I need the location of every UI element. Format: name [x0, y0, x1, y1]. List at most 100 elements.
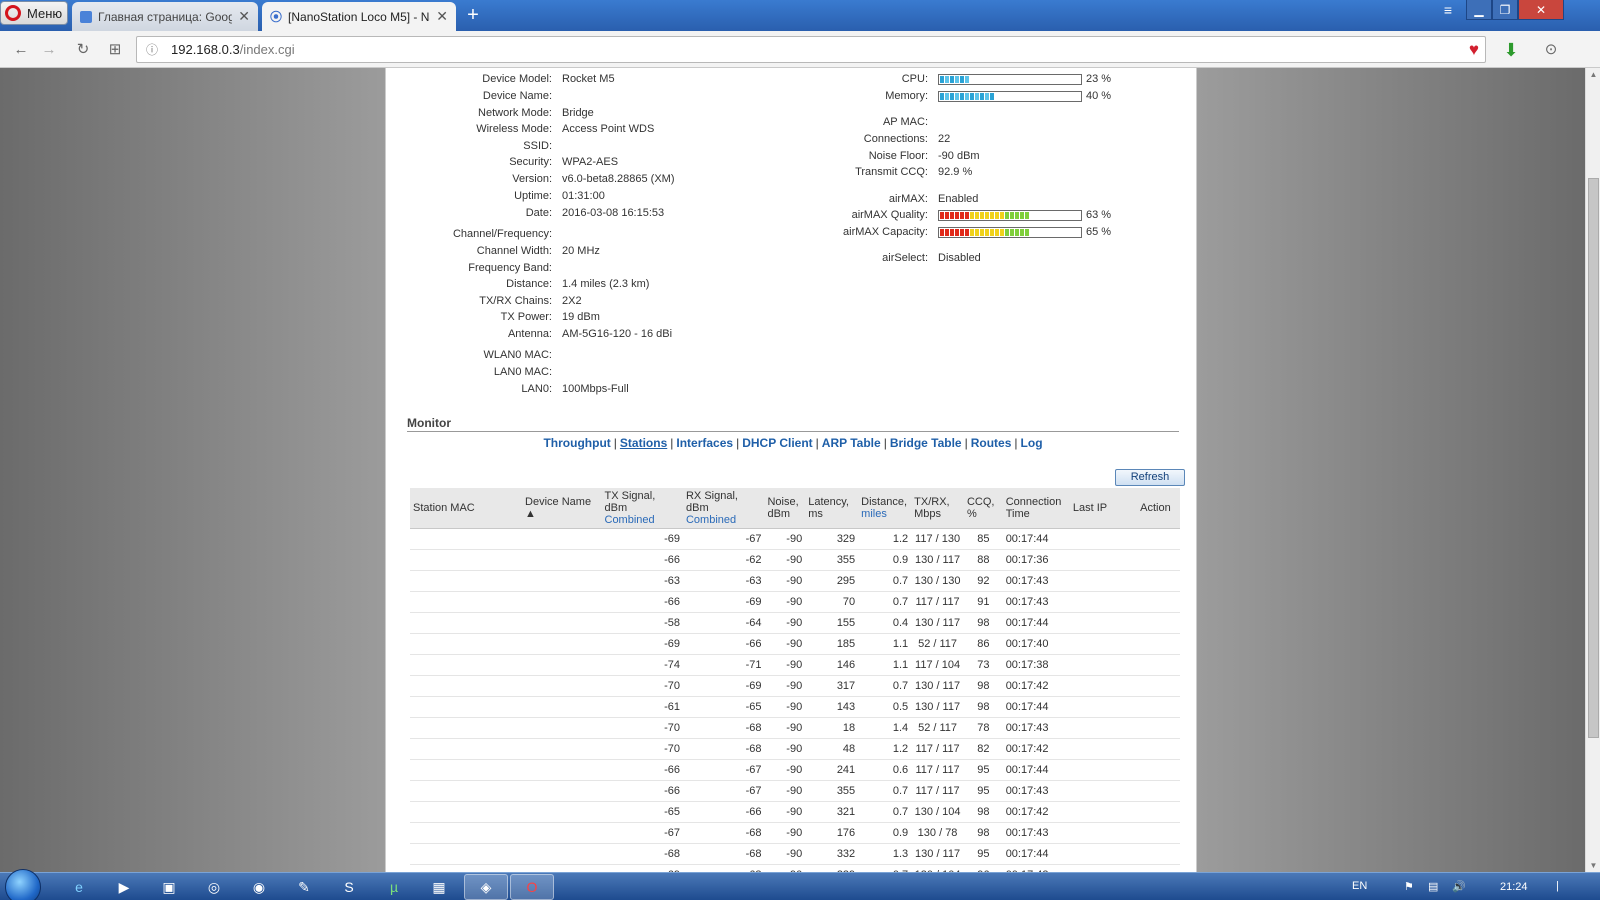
last-ip-link[interactable]	[1069, 780, 1138, 802]
tab-menu-icon[interactable]: ≡	[1438, 0, 1458, 20]
tab-close-icon[interactable]: ✕	[436, 8, 448, 25]
opera-taskbar-icon[interactable]: ◎	[203, 877, 225, 897]
opera-menu-button[interactable]: Меню	[0, 1, 68, 25]
station-mac-link[interactable]	[410, 528, 523, 550]
scroll-up-icon[interactable]: ▲	[1586, 70, 1600, 79]
tray-volume-icon[interactable]: 🔊	[1452, 880, 1466, 893]
tab-close-icon[interactable]: ✕	[238, 8, 250, 25]
kick-action-link[interactable]	[1137, 843, 1180, 865]
kick-action-link[interactable]	[1137, 633, 1180, 655]
monitor-link-dhcp-client[interactable]: DHCP Client	[742, 436, 812, 450]
kick-action-link[interactable]	[1137, 738, 1180, 760]
monitor-link-log[interactable]: Log	[1021, 436, 1043, 450]
station-mac-link[interactable]	[410, 591, 523, 613]
kick-action-link[interactable]	[1137, 591, 1180, 613]
station-mac-link[interactable]	[410, 780, 523, 802]
last-ip-link[interactable]	[1069, 549, 1138, 571]
heart-bookmark-icon[interactable]: ♥	[1469, 40, 1479, 60]
station-mac-link[interactable]	[410, 612, 523, 634]
column-header[interactable]: Station MAC	[410, 488, 523, 529]
column-header[interactable]: TX/RX, Mbps	[911, 488, 964, 529]
monitor-link-stations[interactable]: Stations	[620, 436, 667, 450]
monitor-link-bridge-table[interactable]: Bridge Table	[890, 436, 962, 450]
column-header[interactable]: Noise, dBm	[764, 488, 806, 529]
last-ip-link[interactable]	[1069, 822, 1138, 844]
column-header[interactable]: RX Signal, dBm Combined	[682, 488, 765, 529]
kick-action-link[interactable]	[1137, 780, 1180, 802]
page-scrollbar[interactable]: ▲ ▼	[1585, 68, 1600, 872]
address-bar[interactable]: ⓘ 192.168.0.3/index.cgi ♥	[136, 36, 1486, 63]
reload-icon[interactable]: ↻	[72, 39, 94, 61]
kick-action-link[interactable]	[1137, 717, 1180, 739]
save-disk-icon[interactable]: ▣	[158, 877, 180, 897]
kick-action-link[interactable]	[1137, 570, 1180, 592]
column-header[interactable]: Action	[1137, 488, 1180, 529]
station-mac-link[interactable]	[410, 759, 523, 781]
column-header[interactable]: Distance, miles	[858, 488, 912, 529]
kick-action-link[interactable]	[1137, 549, 1180, 571]
tray-network-icon[interactable]: ▤	[1428, 880, 1438, 893]
last-ip-link[interactable]	[1069, 864, 1138, 872]
torrent-icon[interactable]: µ	[383, 877, 405, 897]
column-header[interactable]: TX Signal, dBm Combined	[601, 488, 683, 529]
last-ip-link[interactable]	[1069, 591, 1138, 613]
kick-action-link[interactable]	[1137, 675, 1180, 697]
calendar-icon[interactable]: ▦	[428, 877, 450, 897]
maximize-button[interactable]: ❐	[1492, 0, 1518, 20]
monitor-link-arp-table[interactable]: ARP Table	[822, 436, 881, 450]
new-tab-button[interactable]: +	[460, 4, 486, 28]
language-indicator[interactable]: EN	[1352, 880, 1367, 892]
last-ip-link[interactable]	[1069, 633, 1138, 655]
tool-icon[interactable]: ✎	[293, 877, 315, 897]
column-header[interactable]: Device Name ▲	[522, 488, 602, 529]
kick-action-link[interactable]	[1137, 654, 1180, 676]
station-mac-link[interactable]	[410, 633, 523, 655]
column-header[interactable]: Connection Time	[1002, 488, 1070, 529]
media-player-icon[interactable]: ▶	[113, 877, 135, 897]
last-ip-link[interactable]	[1069, 612, 1138, 634]
last-ip-link[interactable]	[1069, 570, 1138, 592]
back-arrow-icon[interactable]: ←	[10, 39, 32, 61]
monitor-link-routes[interactable]: Routes	[971, 436, 1012, 450]
last-ip-link[interactable]	[1069, 528, 1138, 550]
skype-icon[interactable]: S	[338, 877, 360, 897]
station-mac-link[interactable]	[410, 675, 523, 697]
monitor-link-interfaces[interactable]: Interfaces	[676, 436, 733, 450]
scrollbar-thumb[interactable]	[1588, 178, 1599, 738]
minimize-button[interactable]: ▁	[1466, 0, 1492, 20]
column-header[interactable]: Latency, ms	[805, 488, 859, 529]
kick-action-link[interactable]	[1137, 528, 1180, 550]
kick-action-link[interactable]	[1137, 696, 1180, 718]
station-mac-link[interactable]	[410, 864, 523, 872]
last-ip-link[interactable]	[1069, 843, 1138, 865]
station-mac-link[interactable]	[410, 801, 523, 823]
station-mac-link[interactable]	[410, 738, 523, 760]
opera-browser-icon[interactable]: O	[521, 877, 543, 897]
station-mac-link[interactable]	[410, 822, 523, 844]
column-header[interactable]: Last IP	[1069, 488, 1138, 529]
station-mac-link[interactable]	[410, 549, 523, 571]
kick-action-link[interactable]	[1137, 612, 1180, 634]
last-ip-link[interactable]	[1069, 738, 1138, 760]
scroll-down-icon[interactable]: ▼	[1586, 861, 1600, 870]
tray-flag-icon[interactable]: ⚑	[1404, 880, 1414, 893]
monitor-link-throughput[interactable]: Throughput	[543, 436, 610, 450]
tab-google[interactable]: Главная страница: Google ✕	[72, 2, 258, 31]
last-ip-link[interactable]	[1069, 717, 1138, 739]
station-mac-link[interactable]	[410, 654, 523, 676]
last-ip-link[interactable]	[1069, 654, 1138, 676]
internet-explorer-icon[interactable]: e	[68, 877, 90, 897]
site-info-icon[interactable]: ⓘ	[141, 41, 163, 58]
kick-action-link[interactable]	[1137, 801, 1180, 823]
speed-dial-grid-icon[interactable]: ⊞	[104, 39, 126, 61]
download-extension-icon[interactable]: ⬇	[1500, 39, 1522, 61]
chrome-icon[interactable]: ◉	[248, 877, 270, 897]
station-mac-link[interactable]	[410, 717, 523, 739]
kick-action-link[interactable]	[1137, 822, 1180, 844]
downloads-icon[interactable]: ⊙	[1540, 39, 1562, 61]
start-button[interactable]	[5, 869, 41, 900]
last-ip-link[interactable]	[1069, 759, 1138, 781]
kick-action-link[interactable]	[1137, 864, 1180, 872]
last-ip-link[interactable]	[1069, 696, 1138, 718]
station-mac-link[interactable]	[410, 843, 523, 865]
